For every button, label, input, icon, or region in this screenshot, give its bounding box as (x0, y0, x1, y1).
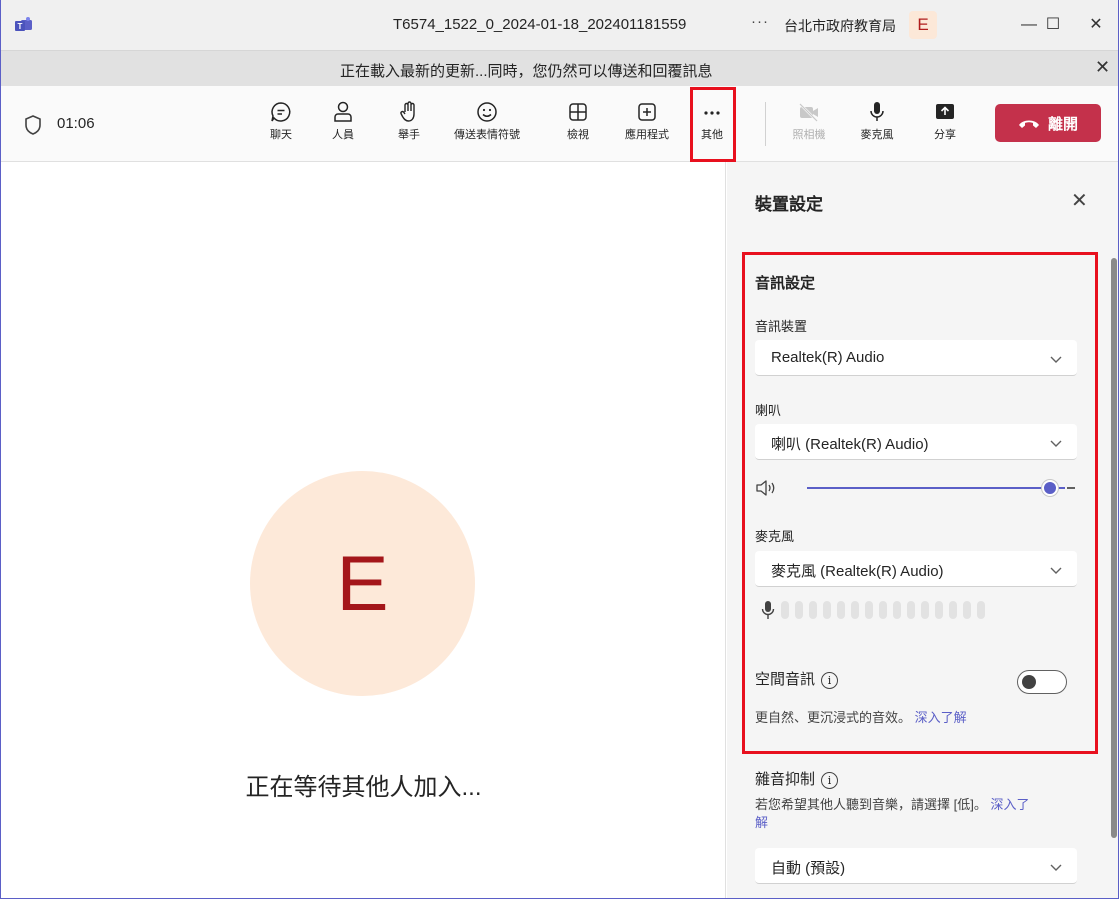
waiting-message: 正在等待其他人加入... (245, 774, 482, 801)
view-label: 檢視 (567, 129, 589, 141)
audio-settings-highlight (742, 252, 1098, 754)
maximize-button[interactable]: ☐ (1041, 13, 1065, 37)
hang-up-icon (1018, 120, 1039, 128)
mic-button[interactable]: 麥克風 (844, 96, 910, 154)
noise-suppression-label: 雜音抑制 (755, 771, 816, 788)
chevron-down-icon (1050, 864, 1062, 871)
leave-button[interactable]: 離開 (995, 104, 1101, 142)
view-button[interactable]: 檢視 (545, 96, 611, 154)
participant-avatar: E (250, 471, 475, 696)
noise-learn-more-link[interactable]: 深入了 (990, 797, 1029, 812)
teams-logo-icon: T (15, 17, 32, 31)
svg-text:T: T (18, 22, 23, 31)
share-button[interactable]: 分享 (912, 96, 978, 154)
share-screen-icon (936, 104, 954, 119)
apps-label: 應用程式 (625, 129, 669, 141)
raise-hand-icon (400, 101, 415, 122)
notice-close-button[interactable]: ✕ (1095, 57, 1110, 78)
camera-off-icon (799, 103, 818, 122)
meeting-timer: 01:06 (57, 115, 95, 132)
panel-close-button[interactable]: ✕ (1071, 188, 1088, 213)
raise-hand-button[interactable]: 舉手 (376, 96, 442, 154)
title-bar: T T6574_1522_0_2024-01-18_202401181559 ·… (1, 0, 1118, 50)
microphone-icon (870, 102, 884, 121)
noise-suppression-select[interactable]: 自動 (預設) (755, 848, 1077, 884)
shield-icon (25, 115, 41, 135)
close-window-button[interactable]: ✕ (1084, 13, 1108, 37)
user-avatar[interactable]: E (909, 11, 937, 39)
grid-view-icon (569, 103, 587, 121)
chat-label: 聊天 (270, 129, 292, 141)
chat-button[interactable]: 聊天 (248, 96, 314, 154)
mic-label: 麥克風 (860, 129, 894, 141)
add-app-icon (638, 103, 656, 121)
meeting-stage: E 正在等待其他人加入... (1, 162, 726, 898)
info-icon[interactable]: i (821, 771, 839, 789)
reactions-button[interactable]: 傳送表情符號 (447, 96, 527, 154)
raise-hand-label: 舉手 (398, 129, 420, 141)
people-label: 人員 (332, 129, 354, 141)
meeting-toolbar: 01:06 聊天 人員 舉手 傳送表情符號 檢視 應用程式 其他 照相機 麥克風… (1, 86, 1118, 162)
noise-learn-more-link-continued[interactable]: 解 (755, 815, 768, 830)
panel-title: 裝置設定 (755, 195, 823, 214)
window-title: T6574_1522_0_2024-01-18_202401181559 (393, 16, 687, 33)
update-notice-text: 正在載入最新的更新...同時，您仍然可以傳送和回覆訊息 (340, 63, 713, 80)
smiley-icon (477, 102, 497, 122)
reactions-label: 傳送表情符號 (454, 129, 520, 141)
share-label: 分享 (934, 129, 956, 141)
noise-suppression-row: 雜音抑制 i (755, 768, 839, 789)
people-icon (334, 101, 352, 122)
update-notice-bar: 正在載入最新的更新...同時，您仍然可以傳送和回覆訊息 ✕ (1, 50, 1118, 86)
chat-icon (271, 102, 291, 122)
apps-button[interactable]: 應用程式 (614, 96, 680, 154)
teams-meeting-window: T T6574_1522_0_2024-01-18_202401181559 ·… (0, 0, 1119, 899)
camera-label: 照相機 (792, 129, 826, 141)
people-button[interactable]: 人員 (310, 96, 376, 154)
noise-suppression-value: 自動 (預設) (771, 860, 846, 877)
camera-button[interactable]: 照相機 (776, 96, 842, 154)
more-button-highlight (690, 87, 736, 162)
leave-label: 離開 (1047, 115, 1078, 133)
noise-desc-text: 若您希望其他人聽到音樂，請選擇 [低]。 (755, 797, 987, 812)
organization-name[interactable]: 台北市政府教育局 (784, 16, 896, 36)
minimize-button[interactable]: — (1017, 13, 1041, 37)
more-options-button[interactable]: ··· (751, 13, 769, 30)
panel-scrollbar[interactable] (1111, 258, 1117, 838)
noise-suppression-description: 若您希望其他人聽到音樂，請選擇 [低]。 深入了 解 (755, 796, 1085, 832)
toolbar-separator (765, 102, 766, 146)
